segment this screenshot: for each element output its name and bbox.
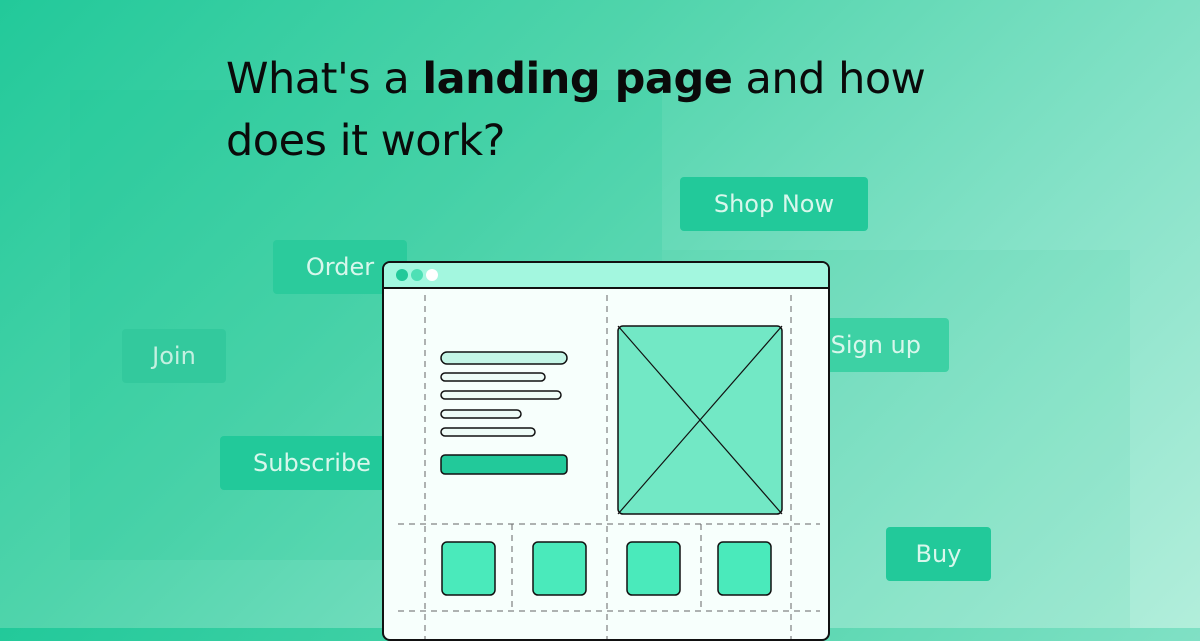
text-line-placeholder	[440, 409, 522, 419]
heading-placeholder	[440, 351, 568, 365]
subscribe-button[interactable]: Subscribe	[220, 436, 404, 490]
buy-button[interactable]: Buy	[886, 527, 991, 581]
browser-wireframe	[382, 261, 830, 641]
sign-up-button[interactable]: Sign up	[812, 318, 949, 372]
page-title: What's a landing page and how does it wo…	[226, 48, 986, 172]
join-button[interactable]: Join	[122, 329, 226, 383]
text-line-placeholder	[440, 372, 546, 382]
text-line-placeholder	[440, 427, 536, 437]
thumbnail-placeholder	[717, 541, 772, 596]
wireframe-layout	[398, 295, 820, 639]
title-text: What's a	[226, 54, 423, 104]
shop-now-button[interactable]: Shop Now	[680, 177, 868, 231]
thumbnail-placeholder	[532, 541, 587, 596]
title-emphasis: landing page	[422, 54, 733, 104]
button-placeholder	[440, 454, 568, 475]
thumbnail-placeholder	[626, 541, 681, 596]
thumbnail-placeholder	[441, 541, 496, 596]
text-line-placeholder	[440, 390, 562, 400]
